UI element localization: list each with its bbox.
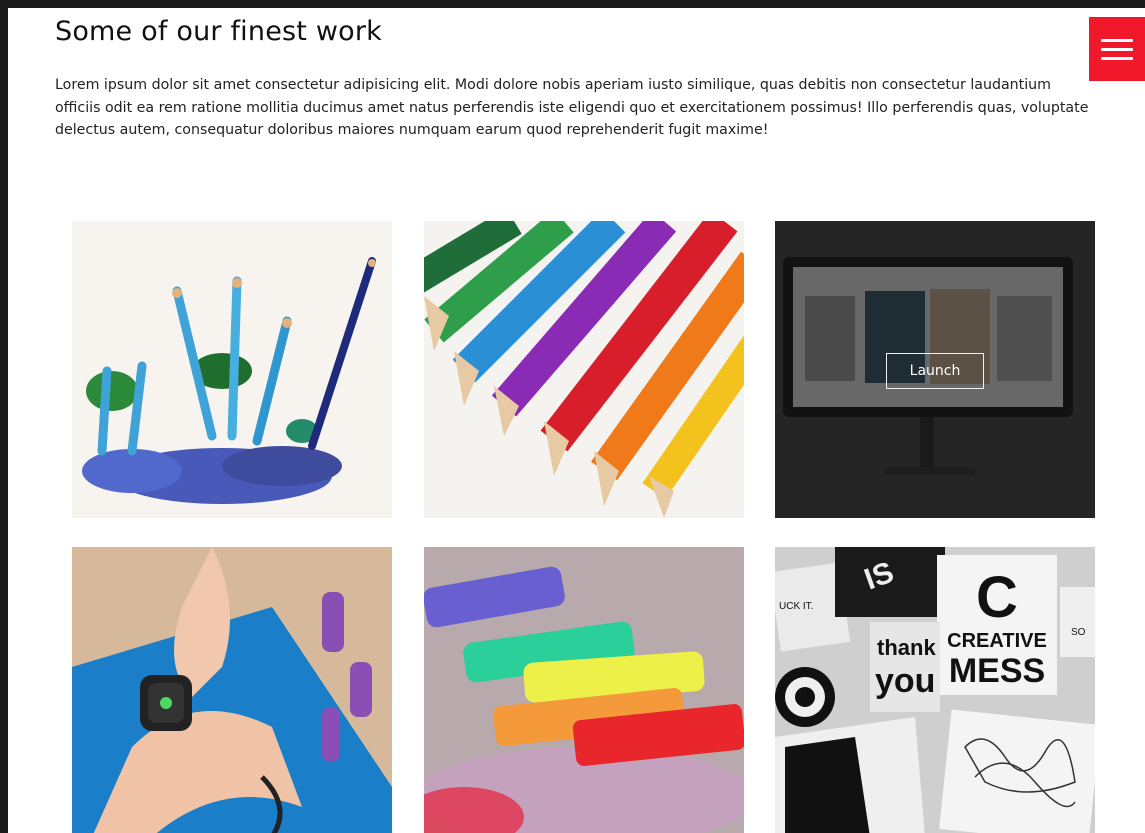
portfolio-tile-gallery-monitor[interactable]: Launch — [775, 221, 1095, 518]
hamburger-menu-icon — [1101, 38, 1133, 42]
page-frame: Some of our finest work Lorem ipsum dolo… — [8, 8, 1145, 833]
portfolio-tile-pencil-shavings[interactable] — [72, 221, 392, 518]
smartwatch-wrist-image — [72, 547, 392, 833]
colored-pencils-image — [424, 221, 744, 518]
poster-text-so: SO — [1071, 627, 1086, 638]
poster-text-uck: UCK IT. — [779, 601, 813, 612]
poster-letter-c: C — [976, 565, 1018, 630]
poster-text-mess: MESS — [949, 652, 1045, 690]
poster-text-creative: CREATIVE — [947, 630, 1047, 652]
portfolio-tile-smartwatch[interactable] — [72, 547, 392, 833]
hamburger-menu-icon-bar — [1101, 56, 1133, 60]
hamburger-menu-icon-bar — [1101, 47, 1133, 51]
portfolio-tile-pastel-chalks[interactable] — [424, 547, 744, 833]
poster-text-thank: thank — [877, 635, 936, 660]
section-title: Some of our finest work — [55, 16, 382, 47]
portfolio-tile-colored-pencils[interactable] — [424, 221, 744, 518]
hamburger-menu-button[interactable] — [1089, 17, 1145, 81]
poster-text-you: you — [875, 662, 935, 700]
section-intro-text: Lorem ipsum dolor sit amet consectetur a… — [55, 77, 1089, 138]
portfolio-tile-creative-mess[interactable]: C CREATIVE MESS thank you UCK IT. SO IS — [775, 547, 1095, 833]
pastel-chalks-image — [424, 547, 744, 833]
blue-pencil-shavings-image — [72, 221, 392, 518]
launch-button[interactable]: Launch — [886, 353, 984, 389]
creative-mess-posters-image: C CREATIVE MESS thank you UCK IT. SO IS — [775, 547, 1095, 833]
